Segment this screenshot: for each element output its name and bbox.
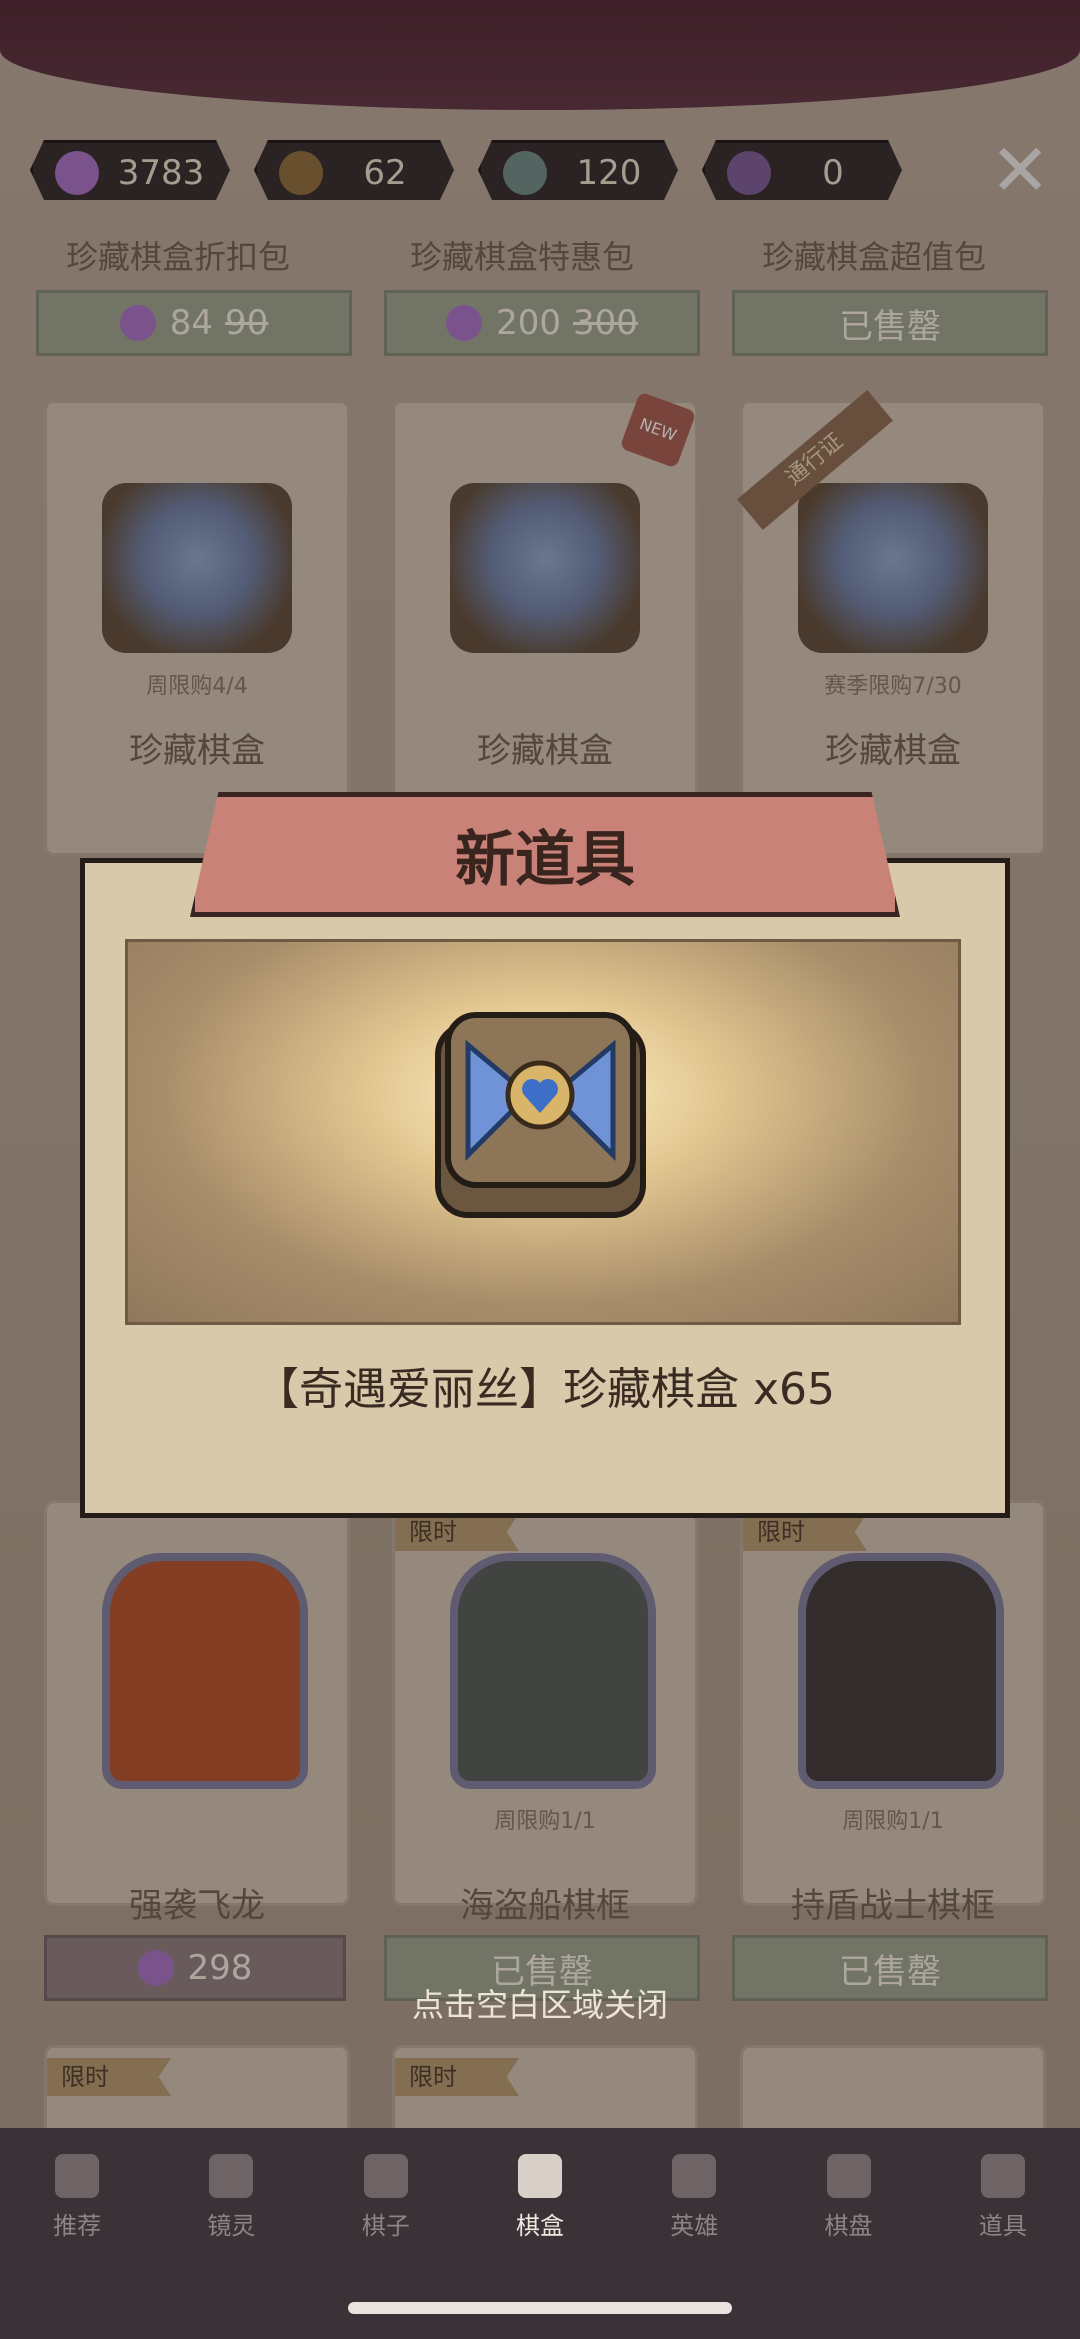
- home-indicator[interactable]: [348, 2302, 732, 2314]
- dialog-banner: 新道具: [190, 792, 900, 917]
- tab-label: 推荐: [53, 2212, 102, 2240]
- tab-label: 棋子: [361, 2212, 410, 2240]
- tab-recommend[interactable]: 推荐: [0, 2128, 154, 2339]
- spirit-icon: [209, 2154, 254, 2198]
- hero-icon: [672, 2154, 717, 2198]
- item-name: 【奇遇爱丽丝】珍藏棋盒 x65: [254, 1364, 835, 1415]
- tab-board[interactable]: 棋盘: [771, 2128, 925, 2339]
- chess-box-gift-icon: [435, 1012, 646, 1218]
- tab-items[interactable]: 道具: [926, 2128, 1080, 2339]
- star-icon: [55, 2154, 100, 2198]
- tab-label: 道具: [978, 2212, 1027, 2240]
- chess-box-icon: [517, 2154, 562, 2198]
- tab-label: 棋盒: [515, 2212, 564, 2240]
- tab-label: 镜灵: [207, 2212, 256, 2240]
- tab-label: 棋盘: [824, 2212, 873, 2240]
- tab-spirit[interactable]: 镜灵: [154, 2128, 308, 2339]
- tab-label: 英雄: [670, 2212, 719, 2240]
- item-icon: [980, 2154, 1025, 2198]
- dialog-title: 新道具: [455, 825, 635, 895]
- board-icon: [826, 2154, 871, 2198]
- close-hint: 点击空白区域关闭: [411, 1986, 668, 2024]
- chess-piece-icon: [363, 2154, 408, 2198]
